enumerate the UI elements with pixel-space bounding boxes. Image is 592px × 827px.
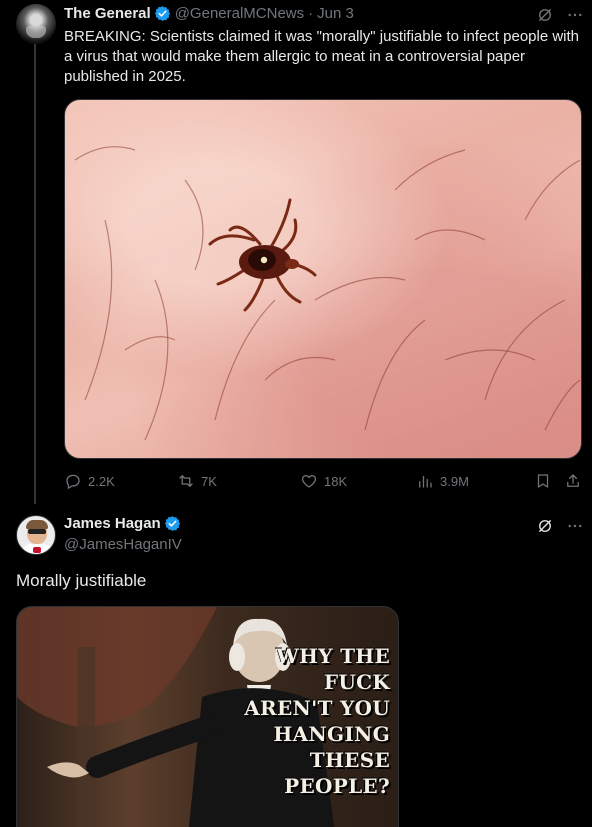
- reply-top-actions: [536, 517, 584, 535]
- author-handle[interactable]: @JamesHaganIV: [64, 536, 182, 553]
- separator-dot: ·: [308, 5, 314, 22]
- tweet-header: The General @GeneralMCNews · Jun 3: [64, 5, 354, 22]
- verified-badge-icon: [154, 6, 170, 21]
- meme-caption: WHY THE FUCK AREN'T YOU HANGING THESE PE…: [230, 643, 390, 799]
- bookmark-button[interactable]: [534, 472, 552, 490]
- bookmark-icon: [537, 474, 549, 488]
- meme-line: FUCK: [323, 670, 390, 694]
- meme-line: PEOPLE?: [284, 774, 390, 798]
- view-count: 3.9M: [440, 473, 469, 489]
- avatar[interactable]: [16, 515, 56, 555]
- author-name[interactable]: James Hagan: [64, 515, 161, 532]
- verified-badge-icon: [164, 516, 180, 531]
- like-count: 18K: [324, 473, 348, 489]
- tweet-text: BREAKING: Scientists claimed it was "mor…: [64, 28, 580, 85]
- retweet-icon: [179, 475, 193, 487]
- grok-icon[interactable]: [536, 517, 554, 535]
- tweet-photo[interactable]: [64, 99, 582, 459]
- tick-on-skin-illustration: [74, 146, 581, 441]
- author-handle[interactable]: @GeneralMCNews: [175, 5, 304, 22]
- views-icon: [419, 475, 432, 488]
- avatar[interactable]: [16, 4, 56, 44]
- more-icon[interactable]: [566, 517, 584, 535]
- reply-text: Morally justifiable: [16, 571, 147, 590]
- views-button[interactable]: 3.9M: [416, 472, 469, 490]
- thread-connector-line: [34, 44, 36, 504]
- like-button[interactable]: 18K: [300, 472, 347, 490]
- more-icon[interactable]: [566, 6, 584, 24]
- meme-image[interactable]: WHY THE FUCK AREN'T YOU HANGING THESE PE…: [16, 606, 399, 827]
- reply-icon: [66, 474, 80, 490]
- share-icon: [567, 474, 579, 487]
- tweet-action-bar: 2.2K 7K 18K 3.9M: [64, 472, 584, 492]
- meme-line: AREN'T YOU: [244, 696, 390, 720]
- retweet-button[interactable]: 7K: [177, 472, 217, 490]
- meme-line: WHY THE: [276, 644, 390, 668]
- reply-header: James Hagan: [64, 515, 185, 532]
- reply-button[interactable]: 2.2K: [64, 472, 115, 490]
- tweet-top-actions: [536, 6, 584, 24]
- share-button[interactable]: [564, 472, 582, 490]
- grok-icon[interactable]: [536, 6, 554, 24]
- retweet-count: 7K: [201, 473, 217, 489]
- reply-count: 2.2K: [88, 473, 115, 489]
- tweet-date[interactable]: Jun 3: [317, 5, 354, 22]
- meme-line: THESE: [309, 748, 390, 772]
- author-name[interactable]: The General: [64, 5, 151, 22]
- heart-icon: [301, 474, 317, 488]
- meme-line: HANGING: [273, 722, 390, 746]
